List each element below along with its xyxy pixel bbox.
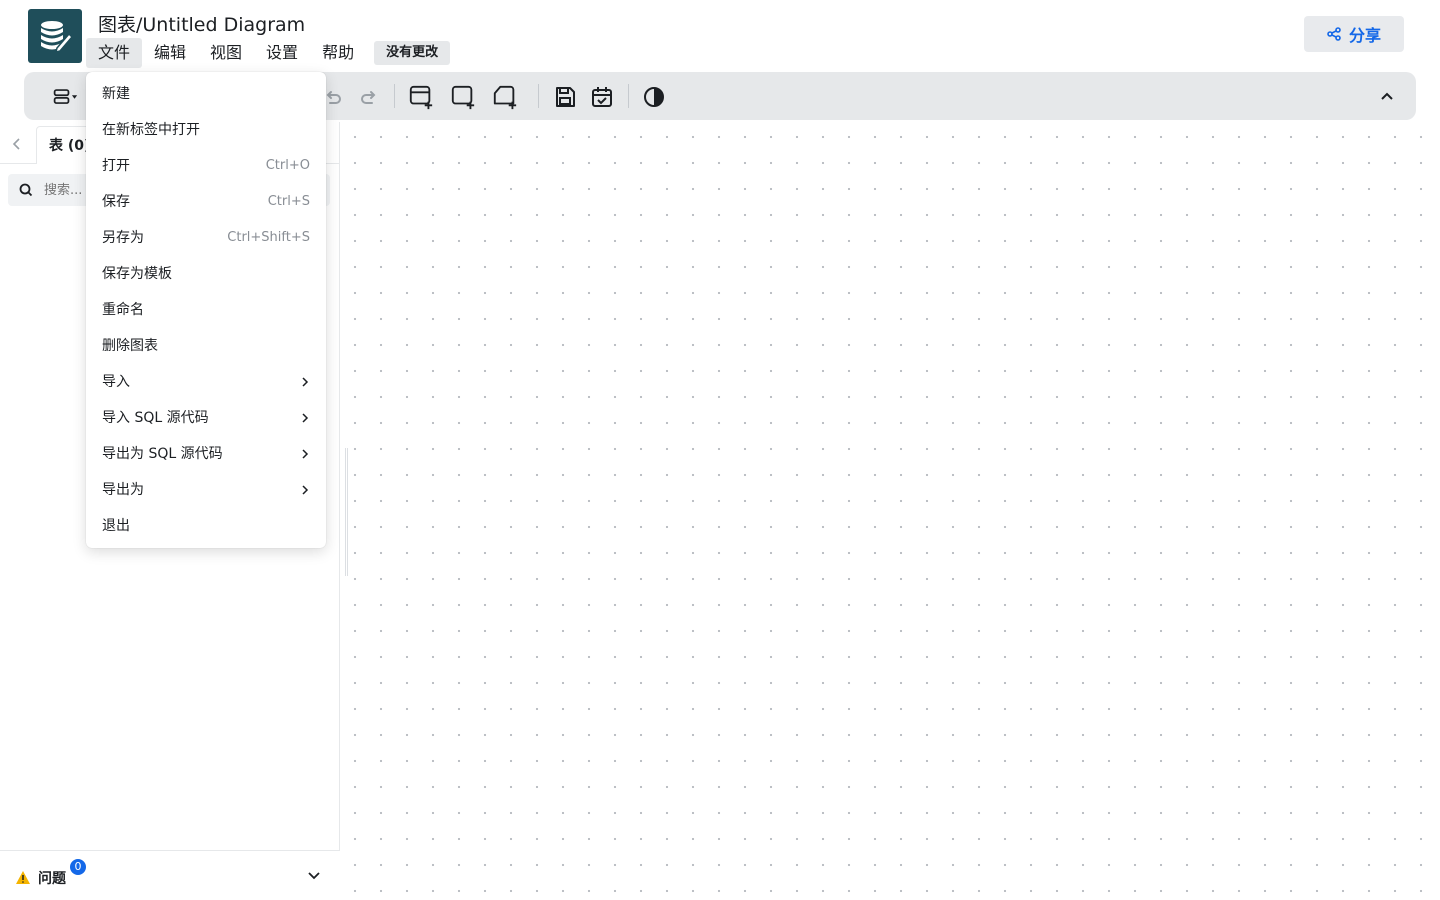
menu-item-export-as[interactable]: 导出为 [86, 472, 326, 508]
menu-item-import[interactable]: 导入 [86, 364, 326, 400]
toolbar-divider [538, 84, 539, 108]
menu-help[interactable]: 帮助 [310, 38, 366, 68]
menu-edit[interactable]: 编辑 [142, 38, 198, 68]
add-table-icon[interactable] [408, 84, 434, 110]
shortcut-label: Ctrl+Shift+S [227, 230, 310, 245]
database-logo-icon [41, 21, 74, 54]
redo-icon[interactable] [356, 84, 382, 110]
menu-item-open[interactable]: 打开 Ctrl+O [86, 148, 326, 184]
issues-label: 问题 [38, 871, 66, 887]
menu-item-new[interactable]: 新建 [86, 76, 326, 112]
diagram-canvas[interactable] [341, 122, 1440, 900]
layout-icon[interactable] [52, 84, 78, 110]
share-icon [1327, 27, 1341, 41]
chevron-right-icon [302, 485, 309, 495]
shortcut-label: Ctrl+S [267, 194, 310, 209]
theme-toggle-icon[interactable] [641, 84, 667, 110]
chevron-right-icon [302, 413, 309, 423]
menu-item-rename[interactable]: 重命名 [86, 292, 326, 328]
chevron-down-icon[interactable] [306, 867, 322, 883]
menu-item-save-as[interactable]: 另存为 Ctrl+Shift+S [86, 220, 326, 256]
add-area-icon[interactable] [450, 84, 476, 110]
toolbar-divider [394, 84, 395, 108]
add-note-icon[interactable] [492, 84, 518, 110]
chevron-right-icon [302, 449, 309, 459]
warning-icon [16, 871, 30, 884]
menu-item-save[interactable]: 保存 Ctrl+S [86, 184, 326, 220]
file-menu-dropdown: 新建 在新标签中打开 打开 Ctrl+O 保存 Ctrl+S 另存为 Ctrl+Shi… [86, 72, 326, 548]
menu-view[interactable]: 视图 [198, 38, 254, 68]
shortcut-label: Ctrl+O [265, 158, 310, 173]
chevron-right-icon [302, 377, 309, 387]
menu-item-save-template[interactable]: 保存为模板 [86, 256, 326, 292]
todo-icon[interactable] [589, 84, 615, 110]
menu-item-import-sql[interactable]: 导入 SQL 源代码 [86, 400, 326, 436]
collapse-toolbar-icon[interactable] [1374, 84, 1400, 110]
menu-file[interactable]: 文件 [86, 38, 143, 68]
issues-count-badge: 0 [70, 859, 86, 875]
sidebar-resize-handle[interactable] [345, 448, 348, 576]
save-icon[interactable] [552, 84, 578, 110]
issues-panel[interactable]: 问题 0 [0, 850, 340, 900]
collapse-sidebar-icon[interactable] [8, 134, 28, 154]
menubar: 文件 编辑 视图 设置 帮助 没有更改 [86, 38, 451, 68]
diagram-title[interactable]: 图表/Untitled Diagram [98, 10, 305, 37]
share-button[interactable]: 分享 [1304, 16, 1404, 52]
search-icon [19, 183, 33, 197]
menu-settings[interactable]: 设置 [254, 38, 310, 68]
toolbar-divider [628, 84, 629, 108]
save-status-badge: 没有更改 [374, 41, 451, 65]
menu-item-delete-diagram[interactable]: 删除图表 [86, 328, 326, 364]
app-logo[interactable] [28, 9, 82, 63]
menu-item-export-sql[interactable]: 导出为 SQL 源代码 [86, 436, 326, 472]
menu-item-open-new-tab[interactable]: 在新标签中打开 [86, 112, 326, 148]
menu-item-exit[interactable]: 退出 [86, 508, 326, 544]
share-label: 分享 [1348, 26, 1381, 45]
